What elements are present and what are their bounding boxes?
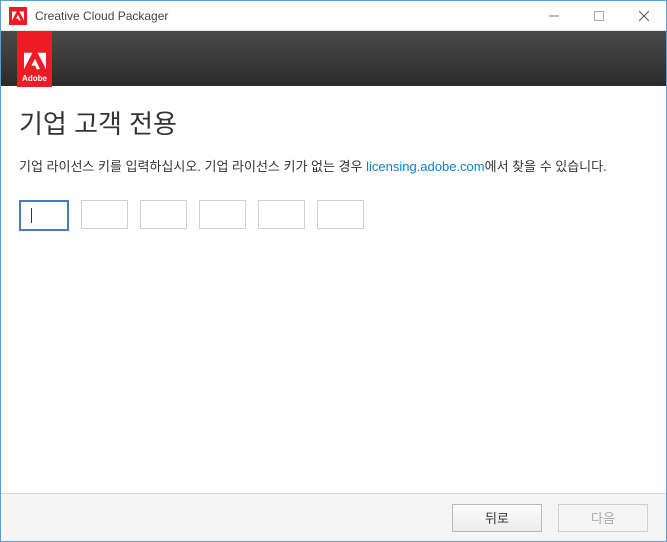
minimize-button[interactable] [531,1,576,30]
license-field-5[interactable] [258,200,305,229]
maximize-button[interactable] [576,1,621,30]
back-button[interactable]: 뒤로 [452,504,542,532]
instruction-after: 에서 찾을 수 있습니다. [485,159,607,174]
footer-bar: 뒤로 다음 [1,493,666,541]
license-field-3[interactable] [140,200,187,229]
instruction-before: 기업 라이선스 키를 입력하십시오. 기업 라이선스 키가 없는 경우 [19,159,366,174]
close-button[interactable] [621,1,666,30]
license-field-1[interactable] [19,200,69,231]
app-icon [9,7,27,25]
window-title: Creative Cloud Packager [35,9,531,23]
next-button[interactable]: 다음 [558,504,648,532]
app-window: Creative Cloud Packager Adobe 기업 고객 전용 기… [0,0,667,542]
instruction-text: 기업 라이선스 키를 입력하십시오. 기업 라이선스 키가 없는 경우 lice… [19,157,648,178]
window-controls [531,1,666,30]
adobe-badge: Adobe [17,31,52,87]
license-field-2[interactable] [81,200,128,229]
content-area: 기업 고객 전용 기업 라이선스 키를 입력하십시오. 기업 라이선스 키가 없… [1,86,666,493]
license-key-inputs [19,200,648,231]
header-band: Adobe [1,31,666,86]
titlebar: Creative Cloud Packager [1,1,666,31]
licensing-link[interactable]: licensing.adobe.com [366,159,485,174]
license-field-4[interactable] [199,200,246,229]
adobe-badge-label: Adobe [22,74,47,83]
license-field-6[interactable] [317,200,364,229]
page-title: 기업 고객 전용 [19,104,648,141]
text-cursor-icon [31,208,32,223]
